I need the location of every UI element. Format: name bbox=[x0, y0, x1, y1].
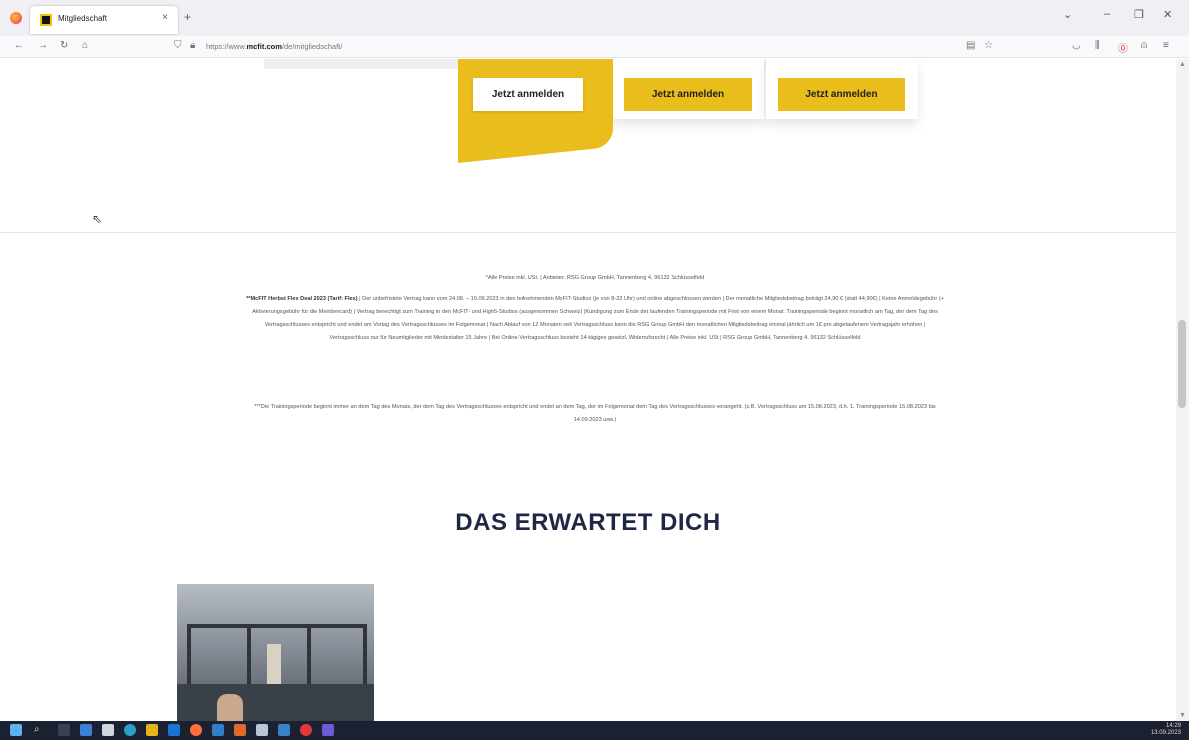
section-divider bbox=[0, 232, 1176, 233]
browser-icon[interactable] bbox=[212, 724, 224, 736]
app-icon[interactable] bbox=[300, 724, 312, 736]
calculator-icon[interactable] bbox=[102, 724, 114, 736]
file-explorer-icon[interactable] bbox=[146, 724, 158, 736]
app-icon[interactable] bbox=[256, 724, 268, 736]
highlight-card-panel bbox=[458, 59, 613, 163]
library-icon[interactable]: ⫼ bbox=[1095, 40, 1100, 51]
footnote-training-period: ***Die Trainingsperiode beginnt immer an… bbox=[254, 404, 936, 423]
outlook-icon[interactable] bbox=[168, 724, 180, 736]
close-window-button[interactable]: ✕ bbox=[1163, 8, 1172, 21]
gym-photo bbox=[177, 584, 374, 721]
account-icon[interactable]: ⍝ bbox=[1141, 40, 1147, 51]
menu-icon[interactable]: ≡ bbox=[1163, 40, 1169, 51]
scrollbar-thumb[interactable] bbox=[1178, 320, 1186, 408]
app-icon[interactable] bbox=[80, 724, 92, 736]
taskbar-clock[interactable]: 14:29 13.09.2023 bbox=[1151, 723, 1181, 737]
task-view-icon[interactable] bbox=[58, 724, 70, 736]
powerpoint-icon[interactable] bbox=[234, 724, 246, 736]
app-icon[interactable] bbox=[278, 724, 290, 736]
search-icon[interactable]: ⌕ bbox=[34, 724, 46, 736]
mcfit-favicon-icon bbox=[40, 14, 52, 26]
page-viewport: Jetzt anmelden Jetzt anmelden Jetzt anme… bbox=[0, 59, 1176, 721]
firefox-logo-icon bbox=[10, 12, 22, 24]
home-icon[interactable]: ⌂ bbox=[82, 40, 88, 51]
register-button-1[interactable]: Jetzt anmelden bbox=[473, 78, 583, 111]
reader-view-icon[interactable]: ▤ bbox=[966, 40, 975, 51]
reload-icon[interactable]: ↻ bbox=[60, 40, 68, 51]
page-scrollbar[interactable]: ▲ ▼ bbox=[1176, 59, 1189, 721]
tab-list-chevron-icon[interactable]: ⌄ bbox=[1063, 8, 1072, 21]
url-text: https://www.mcfit.com/de/mitgliedschaft/ bbox=[206, 42, 343, 51]
url-bar[interactable]: ⛉ 🔒︎ https://www.mcfit.com/de/mitgliedsc… bbox=[160, 38, 1000, 56]
back-icon[interactable]: ← bbox=[14, 40, 24, 51]
browser-tab[interactable]: Mitgliedschaft × bbox=[30, 6, 178, 34]
section-title: DAS ERWARTET DICH bbox=[455, 509, 721, 536]
maximize-button[interactable]: ❐ bbox=[1134, 8, 1144, 21]
teams-icon[interactable] bbox=[322, 724, 334, 736]
tab-close-button[interactable]: × bbox=[162, 12, 168, 23]
new-tab-button[interactable]: + bbox=[184, 10, 191, 24]
scroll-up-arrow-icon[interactable]: ▲ bbox=[1179, 61, 1186, 68]
pocket-icon[interactable]: ◡ bbox=[1072, 40, 1081, 51]
footnote-deal-terms: **McFIT Herbst Flex Deal 2023 (Tarif: Fl… bbox=[246, 296, 944, 341]
bookmark-star-icon[interactable]: ☆ bbox=[984, 40, 993, 51]
windows-taskbar: ⌕ 14:29 13.09.2023 bbox=[0, 721, 1189, 740]
browser-tab-bar: Mitgliedschaft × + ⌄ – ❐ ✕ bbox=[0, 0, 1189, 36]
windows-start-icon[interactable] bbox=[10, 724, 22, 736]
edge-icon[interactable] bbox=[124, 724, 136, 736]
firefox-icon[interactable] bbox=[190, 724, 202, 736]
register-button-3[interactable]: Jetzt anmelden bbox=[778, 78, 905, 111]
extension-icon[interactable]: ⓪ bbox=[1118, 40, 1128, 55]
forward-icon[interactable]: → bbox=[38, 40, 48, 51]
navigation-bar: ← → ↻ ⌂ ⛉ 🔒︎ https://www.mcfit.com/de/mi… bbox=[0, 36, 1189, 58]
lock-icon[interactable]: 🔒︎ bbox=[190, 40, 195, 51]
tab-title: Mitgliedschaft bbox=[58, 14, 107, 23]
scroll-down-arrow-icon[interactable]: ▼ bbox=[1179, 712, 1186, 719]
shield-icon[interactable]: ⛉ bbox=[174, 40, 182, 51]
clock-date: 13.09.2023 bbox=[1150, 730, 1181, 736]
clock-time: 14:29 bbox=[1165, 723, 1181, 729]
minimize-button[interactable]: – bbox=[1104, 8, 1110, 20]
footnote-prices: *Alle Preise inkl. USt. | Anbieter: RSG … bbox=[485, 275, 705, 281]
mouse-cursor-icon: ⇖ bbox=[92, 212, 103, 226]
register-button-2[interactable]: Jetzt anmelden bbox=[624, 78, 752, 111]
